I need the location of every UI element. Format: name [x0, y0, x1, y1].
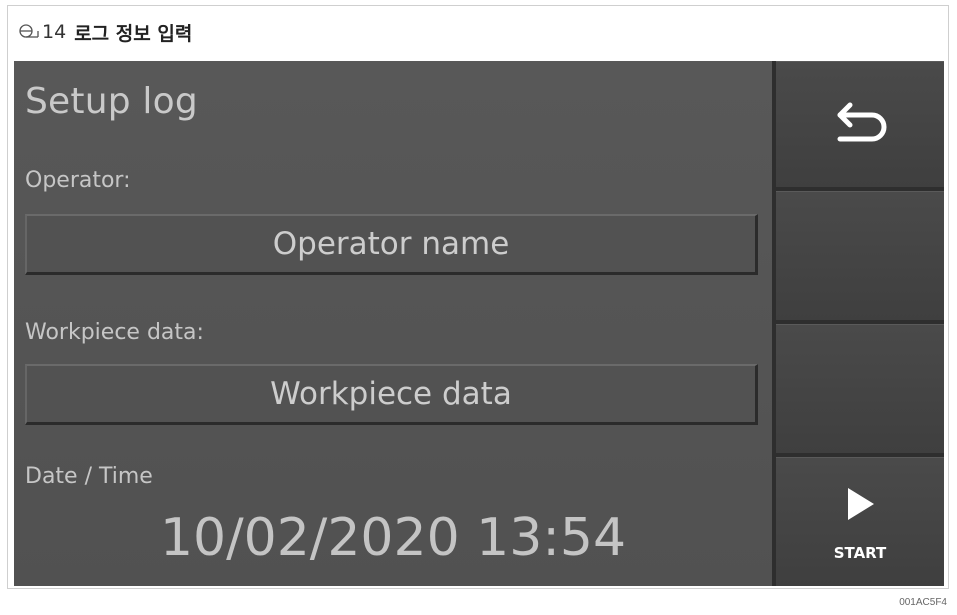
back-button[interactable]: [776, 61, 944, 187]
operator-label: Operator:: [25, 168, 131, 193]
workpiece-data-label: Workpiece data:: [25, 320, 204, 345]
figure-title: 로그 정보 입력: [74, 22, 193, 45]
figure-number: 14: [42, 21, 67, 43]
screen-title: Setup log: [25, 81, 198, 122]
device-screen: Setup log Operator: Operator name Workpi…: [14, 61, 944, 586]
side-button-bar: START: [772, 61, 944, 586]
figure-icon: [18, 21, 40, 43]
datetime-label: Date / Time: [25, 464, 153, 489]
side-button-3[interactable]: [776, 324, 944, 453]
workpiece-data-field[interactable]: Workpiece data: [25, 364, 758, 425]
datetime-value: 10/02/2020 13:54: [159, 508, 627, 568]
setup-log-panel: Setup log Operator: Operator name Workpi…: [14, 61, 772, 586]
figure-caption: 14 로그 정보 입력: [18, 17, 192, 47]
reference-code: 001AC5F4: [899, 597, 947, 608]
side-button-2[interactable]: [776, 191, 944, 320]
start-label: START: [833, 544, 887, 562]
back-arrow-icon: [776, 62, 944, 188]
play-icon: [776, 458, 944, 538]
operator-name-field[interactable]: Operator name: [25, 214, 758, 275]
start-button[interactable]: START: [776, 457, 944, 586]
